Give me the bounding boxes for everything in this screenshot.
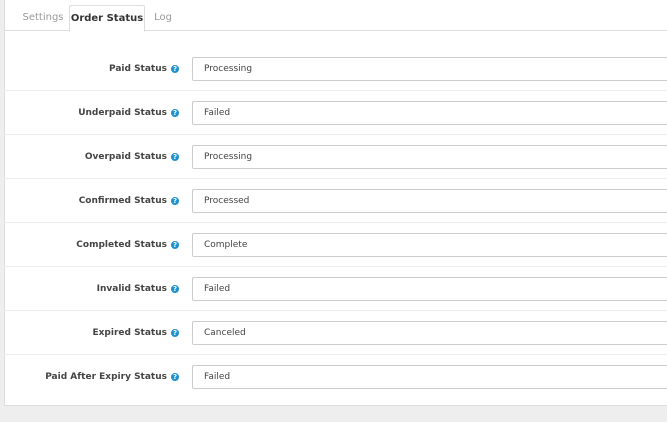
- invalid-status-select[interactable]: Failed: [192, 277, 667, 301]
- question-circle-icon[interactable]: ?: [171, 153, 179, 161]
- confirmed-status-select[interactable]: Processed: [192, 189, 667, 213]
- form-row-paid-after-expiry-status: Paid After Expiry Status? Failed: [4, 355, 667, 399]
- form-row-invalid-status: Invalid Status? Failed: [4, 267, 667, 311]
- question-circle-icon[interactable]: ?: [171, 65, 179, 73]
- tab-log[interactable]: Log: [145, 5, 181, 31]
- question-circle-icon[interactable]: ?: [171, 197, 179, 205]
- paid-status-select[interactable]: Processing: [192, 57, 667, 81]
- form-row-confirmed-status: Confirmed Status? Processed: [4, 179, 667, 223]
- invalid-status-label: Invalid Status?: [96, 284, 179, 294]
- confirmed-status-label: Confirmed Status?: [78, 196, 179, 206]
- overpaid-status-select[interactable]: Processing: [192, 145, 667, 169]
- paid-after-expiry-status-select[interactable]: Failed: [192, 365, 667, 389]
- completed-status-label: Completed Status?: [76, 240, 179, 250]
- form-row-expired-status: Expired Status? Canceled: [4, 311, 667, 355]
- underpaid-status-label: Underpaid Status?: [78, 108, 179, 118]
- expired-status-select[interactable]: Canceled: [192, 321, 667, 345]
- question-circle-icon[interactable]: ?: [171, 373, 179, 381]
- tab-order-status[interactable]: Order Status: [69, 5, 145, 32]
- question-circle-icon[interactable]: ?: [171, 285, 179, 293]
- question-circle-icon[interactable]: ?: [171, 109, 179, 117]
- form-row-overpaid-status: Overpaid Status? Processing: [4, 135, 667, 179]
- form-row-underpaid-status: Underpaid Status? Failed: [4, 91, 667, 135]
- form-row-completed-status: Completed Status? Complete: [4, 223, 667, 267]
- underpaid-status-select[interactable]: Failed: [192, 101, 667, 125]
- tab-bar: Settings Order Status Log: [5, 0, 667, 32]
- completed-status-select[interactable]: Complete: [192, 233, 667, 257]
- form-row-paid-status: Paid Status? Processing: [4, 47, 667, 91]
- expired-status-label: Expired Status?: [92, 328, 179, 338]
- tab-settings[interactable]: Settings: [15, 5, 71, 31]
- question-circle-icon[interactable]: ?: [171, 329, 179, 337]
- paid-after-expiry-status-label: Paid After Expiry Status?: [45, 372, 179, 382]
- question-circle-icon[interactable]: ?: [171, 241, 179, 249]
- overpaid-status-label: Overpaid Status?: [84, 152, 179, 162]
- paid-status-label: Paid Status?: [108, 64, 179, 74]
